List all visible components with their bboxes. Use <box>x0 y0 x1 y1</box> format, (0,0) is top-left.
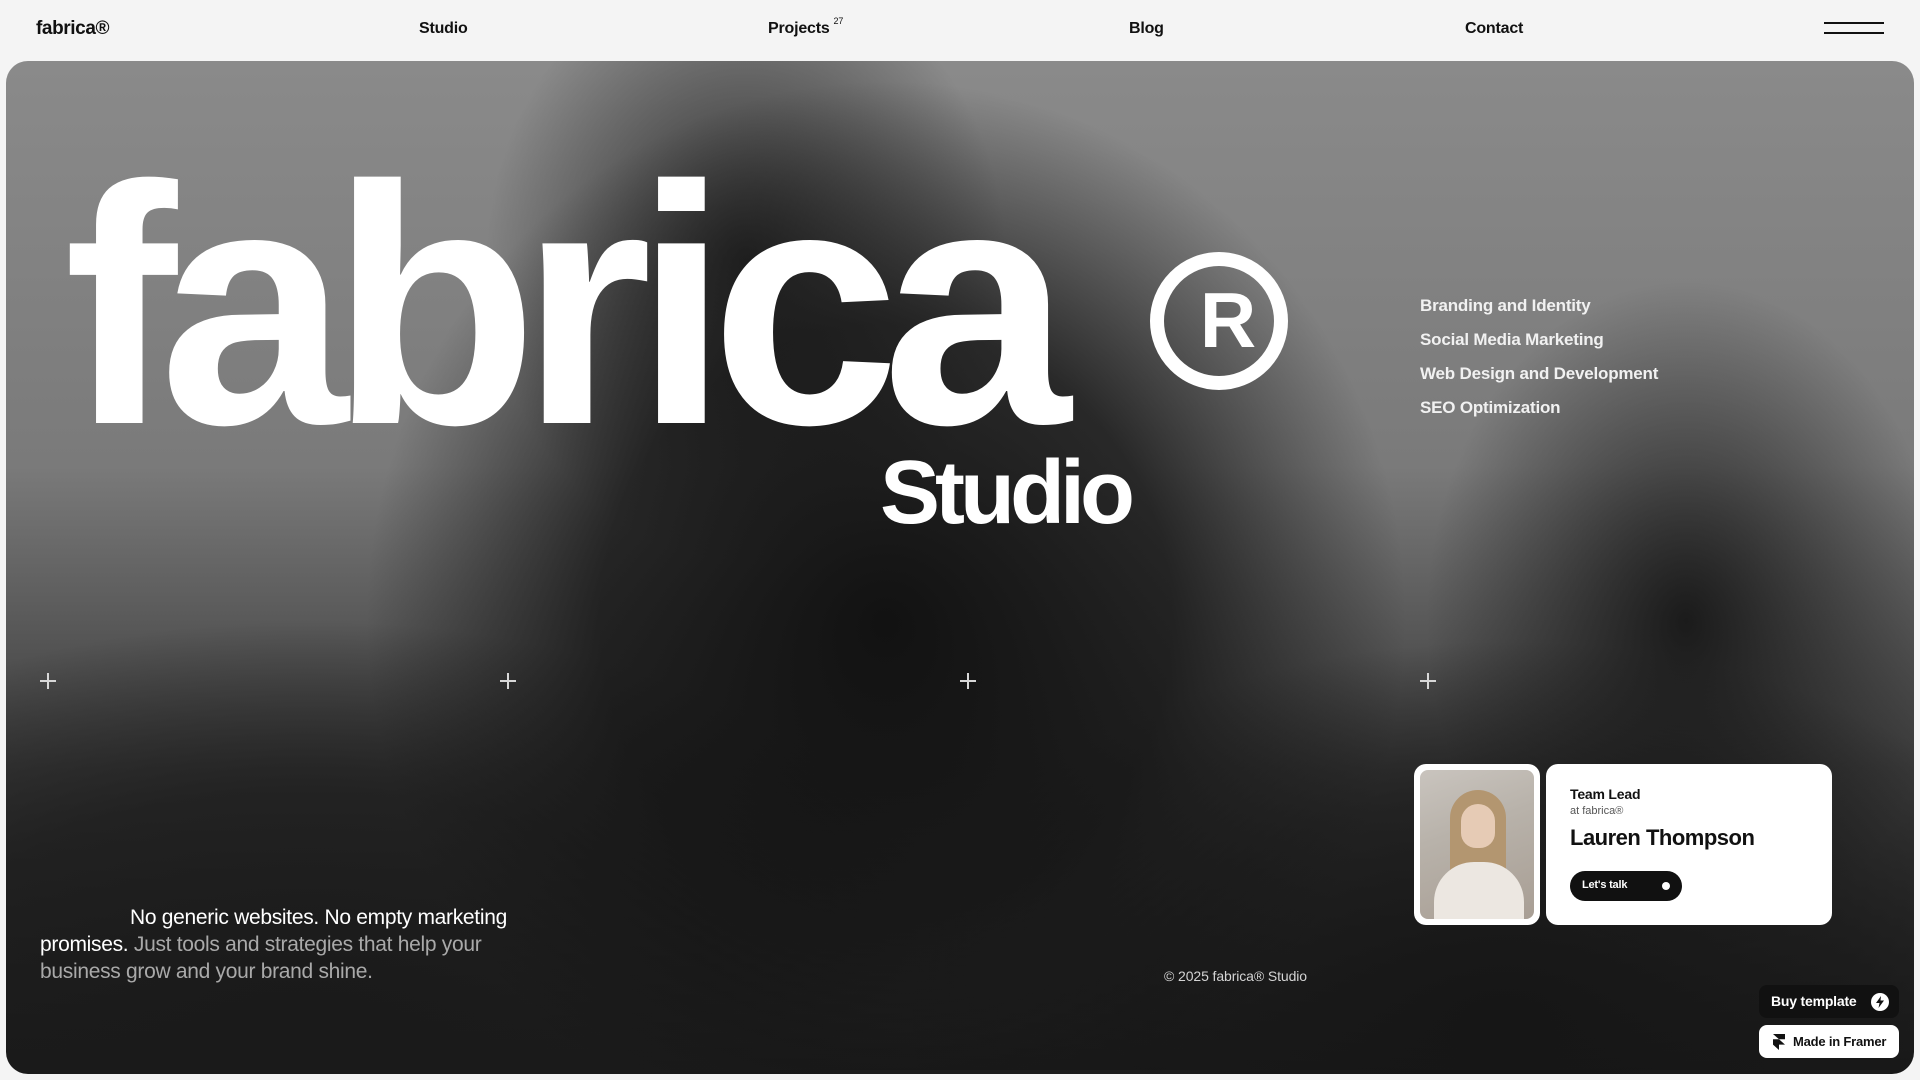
hamburger-icon-line <box>1824 32 1884 34</box>
nav-link-projects[interactable]: Projects 27 <box>768 16 843 38</box>
team-name: Lauren Thompson <box>1570 825 1755 850</box>
dot-icon <box>1662 882 1670 890</box>
lets-talk-button[interactable]: Let's talk <box>1570 871 1682 901</box>
team-lead-photo <box>1420 770 1534 919</box>
service-item-web[interactable]: Web Design and Development <box>1420 357 1658 391</box>
buy-template-button[interactable]: Buy template <box>1759 985 1899 1018</box>
plus-icon <box>1420 673 1436 689</box>
nav-link-projects-label: Projects <box>768 20 830 37</box>
service-item-social[interactable]: Social Media Marketing <box>1420 323 1658 357</box>
team-role: Team Lead <box>1570 786 1641 802</box>
projects-count: 27 <box>833 16 844 26</box>
made-in-framer-label: Made in Framer <box>1793 1034 1887 1049</box>
svg-text:R: R <box>1200 276 1255 364</box>
logo[interactable]: fabrica® <box>36 18 110 40</box>
hero-title: fabrica R <box>64 136 1288 476</box>
nav-link-contact[interactable]: Contact <box>1465 20 1523 38</box>
registered-trademark-icon: R <box>1150 252 1288 390</box>
framer-icon <box>1773 1034 1785 1050</box>
team-company: at fabrica® <box>1570 805 1624 817</box>
plus-icon <box>960 673 976 689</box>
plus-icon <box>500 673 516 689</box>
hamburger-icon <box>1824 22 1884 24</box>
hero-tagline: No generic websites. No empty marketing … <box>40 904 560 985</box>
service-item-branding[interactable]: Branding and Identity <box>1420 289 1658 323</box>
nav-link-studio[interactable]: Studio <box>419 20 468 38</box>
lets-talk-label: Let's talk <box>1582 879 1628 891</box>
services-list: Branding and Identity Social Media Marke… <box>1420 289 1658 425</box>
buy-template-label: Buy template <box>1771 993 1857 1009</box>
bolt-icon <box>1871 993 1889 1011</box>
made-in-framer-button[interactable]: Made in Framer <box>1759 1025 1899 1058</box>
team-photo-card <box>1414 764 1540 925</box>
copyright: © 2025 fabrica® Studio <box>1164 968 1307 984</box>
hero-title-text: fabrica <box>64 116 1071 496</box>
nav-link-blog[interactable]: Blog <box>1129 20 1164 38</box>
menu-button[interactable] <box>1824 18 1884 40</box>
hero-subtitle: Studio <box>880 443 1135 543</box>
plus-icon <box>40 673 56 689</box>
service-item-seo[interactable]: SEO Optimization <box>1420 391 1658 425</box>
team-info-card: Team Lead at fabrica® Lauren Thompson Le… <box>1546 764 1832 925</box>
top-nav: fabrica® Studio Projects 27 Blog Contact <box>0 0 1920 60</box>
